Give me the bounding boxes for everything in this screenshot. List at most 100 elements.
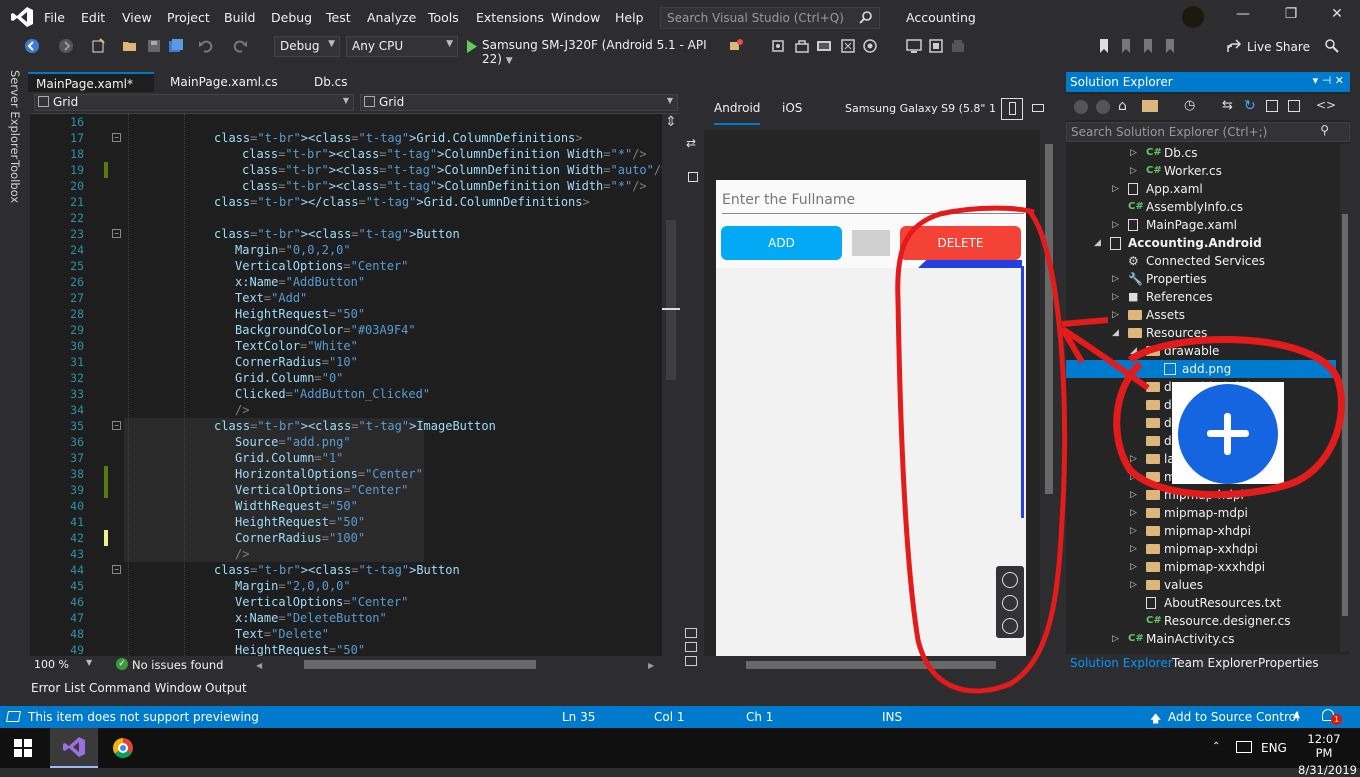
visual-studio-logo-icon[interactable] [10, 6, 34, 28]
code-line[interactable]: 42 CornerRadius="100" [30, 530, 662, 546]
expand-icon[interactable]: ▷ [1130, 162, 1137, 180]
editor-vertical-scrollbar[interactable] [662, 114, 680, 658]
server-explorer-tab[interactable]: Server Explorer [8, 70, 22, 159]
code-line[interactable]: 46 VerticalOptions="Center" [30, 594, 662, 610]
tree-item[interactable]: ▷ MainPage.xaml [1066, 216, 1336, 234]
view-icon[interactable] [685, 656, 697, 666]
preview-horizontal-scrollbar[interactable] [704, 656, 1040, 674]
code-line[interactable]: 35 − class="t-br"><class="t-tag">ImageButt… [30, 418, 662, 434]
delete-button[interactable]: DELETE [900, 226, 1021, 260]
code-line[interactable]: 41 HeightRequest="50" [30, 514, 662, 530]
code-editor[interactable]: 16 17 − class="t-br"><class="t-tag">Grid.Co… [30, 114, 662, 658]
expand-icon[interactable]: ▷ [1130, 144, 1137, 162]
tool-icon[interactable] [840, 38, 856, 54]
bookmark-icon[interactable] [1096, 38, 1112, 54]
code-line[interactable]: 28 HeightRequest="50" [30, 306, 662, 322]
tree-item[interactable]: ◢ Resources [1066, 324, 1336, 342]
scrollbar-thumb[interactable] [746, 661, 996, 669]
fullname-entry[interactable]: Enter the Fullname [722, 192, 1024, 214]
tree-item[interactable]: ▷ Assets [1066, 306, 1336, 324]
run-target-button[interactable]: Samsung SM-J320F (Android 5.1 - API 22) … [482, 38, 718, 66]
tool-icon[interactable] [950, 38, 966, 54]
tree-item[interactable]: ◢ drawable [1066, 342, 1336, 360]
panel-controls[interactable]: ▾ ⊣ ✕ [1313, 74, 1344, 87]
tab-ios[interactable]: iOS [782, 101, 802, 115]
tool-icon[interactable] [770, 38, 786, 54]
menu-item-edit[interactable]: Edit [81, 10, 105, 25]
history-icon[interactable]: ◷ [1184, 98, 1195, 113]
code-line[interactable]: 23 − class="t-br"><class="t-tag">Button [30, 226, 662, 242]
save-icon[interactable] [146, 38, 162, 54]
tab-team-explorer[interactable]: Team Explorer [1172, 656, 1258, 670]
code-view-icon[interactable]: <> [1316, 98, 1336, 112]
code-line[interactable]: 18 class="t-br"><class="t-tag">ColumnDefi… [30, 146, 662, 162]
expand-icon[interactable]: ▷ [1112, 630, 1119, 648]
preview-vertical-scrollbar[interactable] [1042, 130, 1056, 656]
new-project-icon[interactable] [90, 38, 106, 54]
tool-icon[interactable] [794, 38, 810, 54]
code-line[interactable]: 26 x:Name="AddButton" [30, 274, 662, 290]
minimize-button[interactable]: — [1228, 6, 1258, 28]
start-debugging-icon[interactable] [466, 40, 478, 53]
bookmark-next-icon[interactable] [1140, 38, 1156, 54]
tree-item[interactable]: ▷ App.xaml [1066, 180, 1336, 198]
tab-error-list[interactable]: Error List [31, 681, 85, 695]
expand-icon[interactable]: ▷ [1130, 450, 1137, 468]
home-icon[interactable]: ⌂ [1118, 98, 1127, 114]
tree-item[interactable]: ▷ mipmap-mdpi [1066, 504, 1336, 522]
code-line[interactable]: 37 Grid.Column="1" [30, 450, 662, 466]
language-indicator[interactable]: ENG [1261, 741, 1287, 755]
tree-item[interactable]: ▷ 🔧 Properties [1066, 270, 1336, 288]
chevron-down-icon[interactable]: ▼ [86, 658, 92, 667]
add-to-source-control-button[interactable]: Add to Source Control [1168, 710, 1299, 724]
chevron-up-icon[interactable]: ▲ [1293, 710, 1300, 720]
windows-start-icon[interactable] [14, 739, 32, 757]
undo-icon[interactable] [198, 38, 214, 54]
expand-icon[interactable]: ▷ [1130, 540, 1137, 558]
fold-toggle-icon[interactable]: − [112, 421, 121, 430]
expand-icon[interactable]: ▷ [1112, 306, 1119, 324]
tab-solution-explorer[interactable]: Solution Explorer [1070, 656, 1173, 670]
menu-item-view[interactable]: View [122, 10, 152, 25]
tab-android[interactable]: Android [714, 101, 761, 125]
tree-item[interactable]: ◢ Accounting.Android [1066, 234, 1336, 252]
expand-icon[interactable]: ▷ [1130, 468, 1137, 486]
menu-item-debug[interactable]: Debug [271, 10, 312, 25]
tree-scrollbar[interactable] [1340, 144, 1350, 652]
collapse-all-icon[interactable] [1266, 100, 1278, 112]
code-line[interactable]: 24 Margin="0,0,2,0" [30, 242, 662, 258]
layout-icon[interactable] [688, 172, 698, 182]
tree-item[interactable]: ▷ mipmap-xxxhdpi [1066, 558, 1336, 576]
tree-item[interactable]: C# Resource.designer.cs [1066, 612, 1336, 630]
scrollbar-thumb[interactable] [1342, 214, 1348, 616]
code-line[interactable]: 32 Grid.Column="0" [30, 370, 662, 386]
live-share-button[interactable]: Live Share [1247, 40, 1310, 54]
tool-icon[interactable] [928, 38, 944, 54]
code-line[interactable]: 20 class="t-br"><class="t-tag">ColumnDefi… [30, 178, 662, 194]
code-line[interactable]: 34 /> [30, 402, 662, 418]
tree-item[interactable]: ▷ mipmap-hdpi [1066, 486, 1336, 504]
maximize-button[interactable]: ❐ [1276, 6, 1306, 28]
forward-icon[interactable] [1096, 100, 1110, 114]
fold-toggle-icon[interactable]: − [112, 565, 121, 574]
tree-item[interactable]: ▷ ■ References [1066, 288, 1336, 306]
sync-icon[interactable]: ⇆ [1222, 98, 1233, 113]
swap-icon[interactable]: ⇄ [686, 136, 696, 150]
menu-item-window[interactable]: Window [551, 10, 600, 25]
add-button[interactable]: ADD [721, 226, 842, 260]
tab-output[interactable]: Output [205, 681, 247, 695]
tab-properties[interactable]: Properties [1258, 656, 1319, 670]
landscape-icon[interactable] [1032, 104, 1044, 112]
tree-item[interactable]: ▷ values [1066, 576, 1336, 594]
expand-icon[interactable]: ▷ [1112, 270, 1119, 288]
configuration-dropdown[interactable]: Debug ▼ [274, 36, 340, 57]
expand-icon[interactable]: ▷ [1130, 486, 1137, 504]
tool-icon[interactable] [862, 38, 878, 54]
close-button[interactable]: ✕ [1322, 6, 1352, 28]
collapse-icon[interactable]: ◢ [1130, 342, 1137, 360]
collapse-icon[interactable]: ◢ [1112, 324, 1119, 342]
code-line[interactable]: 25 VerticalOptions="Center" [30, 258, 662, 274]
tree-item[interactable]: ▷ mipmap-xhdpi [1066, 522, 1336, 540]
tree-item[interactable]: C# AssemblyInfo.cs [1066, 198, 1336, 216]
code-line[interactable]: 33 Clicked="AddButton_Clicked" [30, 386, 662, 402]
